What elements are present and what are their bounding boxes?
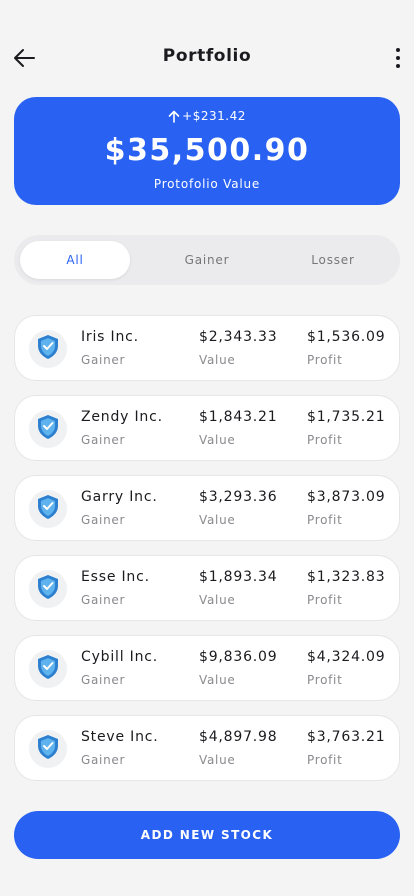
add-new-stock-button[interactable]: ADD NEW STOCK — [14, 811, 400, 859]
app-header: Portfolio — [0, 36, 414, 80]
company-logo — [29, 490, 67, 528]
company-category: Gainer — [81, 433, 126, 447]
stock-profit-label: Profit — [307, 673, 343, 687]
stock-card[interactable]: Zendy Inc. Gainer $1,843.21 Value $1,735.21 P… — [14, 395, 400, 461]
shield-logo-icon — [36, 414, 60, 444]
company-category: Gainer — [81, 513, 126, 527]
portfolio-total: $35,500.90 — [104, 133, 310, 168]
portfolio-value-card: +$231.42 $35,500.90 Protofolio Value — [14, 97, 400, 205]
company-logo — [29, 330, 67, 368]
stock-value-label: Value — [199, 593, 236, 607]
shield-logo-icon — [36, 654, 60, 684]
company-name: Esse Inc. — [81, 569, 150, 585]
tab-gainer[interactable]: Gainer — [152, 241, 262, 279]
company-logo — [29, 410, 67, 448]
value-change: +$231.42 — [14, 109, 400, 123]
stock-profit: $4,324.09 — [307, 649, 386, 665]
stock-card[interactable]: Cybill Inc. Gainer $9,836.09 Value $4,324.09… — [14, 635, 400, 701]
stock-profit-label: Profit — [307, 353, 343, 367]
stock-card[interactable]: Esse Inc. Gainer $1,893.34 Value $1,323.83 Pr… — [14, 555, 400, 621]
stock-profit-label: Profit — [307, 753, 343, 767]
stock-value: $4,897.98 — [199, 729, 278, 745]
more-options-button[interactable] — [390, 44, 406, 72]
arrow-up-icon — [168, 110, 180, 123]
company-name: Garry Inc. — [81, 489, 158, 505]
stock-profit: $1,536.09 — [307, 329, 386, 345]
company-logo — [29, 730, 67, 768]
company-name: Steve Inc. — [81, 729, 159, 745]
stock-card[interactable]: Steve Inc. Gainer $4,897.98 Value $3,763.21 P… — [14, 715, 400, 781]
stock-value-label: Value — [199, 433, 236, 447]
stock-profit-label: Profit — [307, 513, 343, 527]
stock-value: $9,836.09 — [199, 649, 278, 665]
shield-logo-icon — [36, 574, 60, 604]
company-category: Gainer — [81, 673, 126, 687]
stock-value-label: Value — [199, 753, 236, 767]
page-title: Portfolio — [162, 46, 252, 66]
company-name: Zendy Inc. — [81, 409, 163, 425]
stock-value-label: Value — [199, 673, 236, 687]
company-name: Cybill Inc. — [81, 649, 159, 665]
stock-profit: $1,735.21 — [307, 409, 386, 425]
stock-value: $2,343.33 — [199, 329, 278, 345]
portfolio-value-label: Protofolio Value — [153, 177, 261, 191]
shield-logo-icon — [36, 734, 60, 764]
more-vertical-icon — [396, 48, 400, 52]
tab-losser[interactable]: Losser — [278, 241, 388, 279]
company-name: Iris Inc. — [81, 329, 139, 345]
stock-card[interactable]: Iris Inc. Gainer $2,343.33 Value $1,536.09 Pr… — [14, 315, 400, 381]
company-category: Gainer — [81, 753, 126, 767]
shield-logo-icon — [36, 334, 60, 364]
stock-value-label: Value — [199, 353, 236, 367]
stock-profit: $3,763.21 — [307, 729, 386, 745]
company-category: Gainer — [81, 593, 126, 607]
shield-logo-icon — [36, 494, 60, 524]
stock-value: $1,893.34 — [199, 569, 278, 585]
tab-all[interactable]: All — [20, 241, 130, 279]
stock-value: $3,293.36 — [199, 489, 278, 505]
stock-profit-label: Profit — [307, 593, 343, 607]
value-change-amount: +$231.42 — [182, 109, 246, 123]
stock-profit: $3,873.09 — [307, 489, 386, 505]
stock-value-label: Value — [199, 513, 236, 527]
stock-profit: $1,323.83 — [307, 569, 386, 585]
company-logo — [29, 650, 67, 688]
stock-card[interactable]: Garry Inc. Gainer $3,293.36 Value $3,873.09 P… — [14, 475, 400, 541]
stock-profit-label: Profit — [307, 433, 343, 447]
filter-tabs: All Gainer Losser — [14, 235, 400, 285]
company-logo — [29, 570, 67, 608]
company-category: Gainer — [81, 353, 126, 367]
stock-value: $1,843.21 — [199, 409, 278, 425]
